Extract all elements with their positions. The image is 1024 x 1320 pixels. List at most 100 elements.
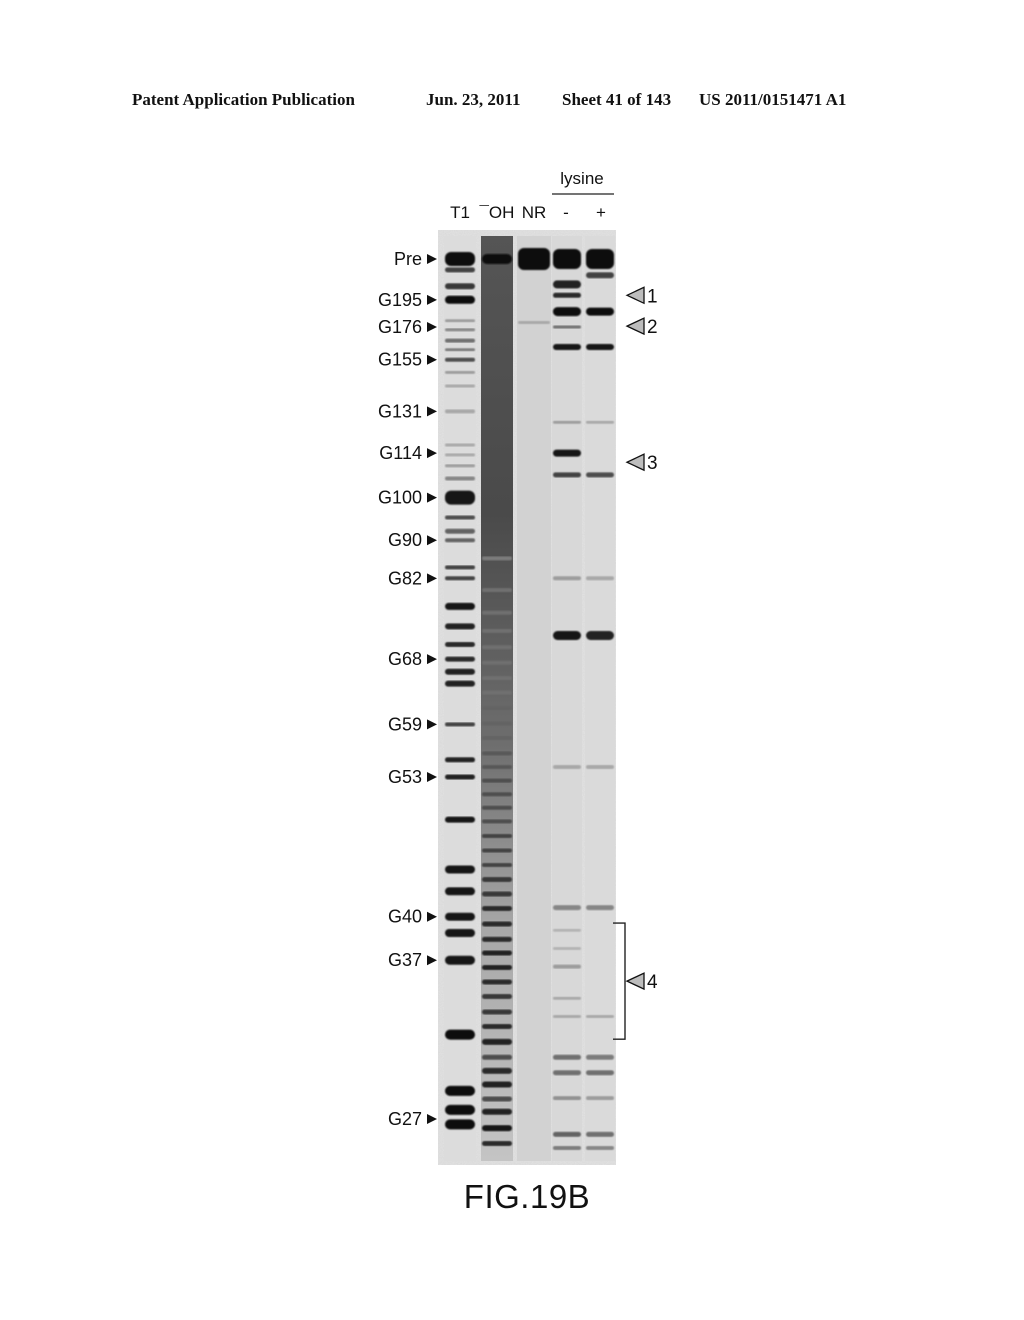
gel-band xyxy=(482,921,512,927)
gel-band xyxy=(482,805,512,810)
gel-band xyxy=(482,254,512,264)
gel-band xyxy=(586,1131,614,1137)
cleavage-site-arrow-icon xyxy=(625,972,645,991)
marker-arrow-icon xyxy=(427,354,437,365)
gel-band xyxy=(482,706,512,711)
marker-arrow-icon xyxy=(427,254,437,264)
gel-band xyxy=(445,409,475,414)
gel-band xyxy=(586,631,614,640)
gel-band xyxy=(482,848,512,853)
marker-label: G90 xyxy=(388,530,422,550)
marker-label: G59 xyxy=(388,714,422,734)
marker-label: G82 xyxy=(388,568,422,588)
gel-band xyxy=(482,676,512,681)
marker-label: G176 xyxy=(378,317,422,337)
gel-band xyxy=(553,292,581,298)
gel-band xyxy=(482,1081,512,1088)
gel-band xyxy=(482,1096,512,1102)
lane-body xyxy=(585,236,615,1161)
gel-band xyxy=(445,464,475,468)
cleavage-site-number: 3 xyxy=(647,453,658,474)
lane-t1 xyxy=(444,236,476,1161)
lane-minus xyxy=(552,236,582,1161)
gel-band xyxy=(445,576,475,581)
gel-band xyxy=(445,538,475,543)
gel-band xyxy=(553,249,581,269)
gel-band xyxy=(445,515,475,520)
gel-band xyxy=(445,283,475,290)
gel-band xyxy=(482,556,512,561)
gel-band xyxy=(482,588,512,593)
gel-band xyxy=(445,370,475,374)
gel-band xyxy=(445,252,475,266)
gel-band xyxy=(482,834,512,838)
gel-band xyxy=(553,947,581,950)
gel-band xyxy=(553,928,581,932)
marker-label: G195 xyxy=(378,290,422,310)
gel-band xyxy=(445,357,475,362)
gel-band xyxy=(445,656,475,662)
gel-band xyxy=(482,819,512,824)
marker-arrow-icon xyxy=(427,406,437,417)
gel-band xyxy=(482,1038,512,1045)
gel-band xyxy=(553,1070,581,1076)
gel-band xyxy=(445,490,475,505)
gel-band xyxy=(482,965,512,970)
marker-arrow-icon xyxy=(427,911,437,922)
gel-band xyxy=(482,645,512,650)
gel-band xyxy=(445,642,475,647)
gel-lanes xyxy=(444,236,615,1161)
gel-band xyxy=(445,1104,475,1115)
gel-band xyxy=(482,751,512,756)
gel-band xyxy=(586,1015,614,1018)
lane-labels: T1 ¯OH NR - + xyxy=(450,203,606,222)
lane-label-t1: T1 xyxy=(450,203,470,222)
gel-band xyxy=(553,1146,581,1150)
gel-band xyxy=(586,420,614,424)
gel-band xyxy=(586,1054,614,1060)
gel-band xyxy=(553,905,581,911)
gel-band xyxy=(586,272,614,279)
gel-band xyxy=(445,453,475,457)
gel-band xyxy=(482,863,512,867)
marker-label: G100 xyxy=(378,488,422,508)
gel-band xyxy=(482,628,512,633)
gel-band xyxy=(586,344,614,350)
gel-band xyxy=(445,267,475,273)
marker-arrow-icon xyxy=(427,535,437,546)
marker-label: G27 xyxy=(388,1109,422,1129)
gel-band xyxy=(518,321,550,324)
marker-label: G37 xyxy=(388,950,422,970)
size-markers: Pre G195 G176 G155 G131 G114 G100 G90 G82 G68 G59 G… xyxy=(378,249,437,1129)
cleavage-site-arrow-icon xyxy=(625,286,645,305)
gel-band xyxy=(445,328,475,332)
marker-label: G68 xyxy=(388,649,422,669)
gel-band xyxy=(553,1131,581,1137)
gel-band xyxy=(445,668,475,675)
gel-band xyxy=(445,865,475,874)
marker-label: Pre xyxy=(394,249,422,269)
cleavage-site-arrow-icon xyxy=(625,317,645,336)
gel-band xyxy=(586,249,614,269)
gel-band xyxy=(445,816,475,823)
lane-label-oh: ¯OH xyxy=(479,203,515,222)
gel-band xyxy=(482,891,512,897)
gel-band xyxy=(518,248,550,270)
marker-arrow-icon xyxy=(427,322,437,333)
gel-band xyxy=(445,722,475,727)
gel-band xyxy=(445,887,475,896)
gel-band xyxy=(553,576,581,581)
gel-band xyxy=(482,792,512,797)
gel-band xyxy=(445,528,475,534)
gel-band xyxy=(445,955,475,965)
gel-band xyxy=(586,765,614,769)
lane-body xyxy=(481,236,513,1161)
gel-band xyxy=(482,936,512,942)
gel-band xyxy=(445,623,475,630)
lane-body xyxy=(552,236,582,1161)
gel-band xyxy=(445,929,475,937)
gel-band xyxy=(482,950,512,956)
gel-band xyxy=(482,994,512,999)
gel-band xyxy=(445,774,475,780)
gel-band xyxy=(553,631,581,640)
